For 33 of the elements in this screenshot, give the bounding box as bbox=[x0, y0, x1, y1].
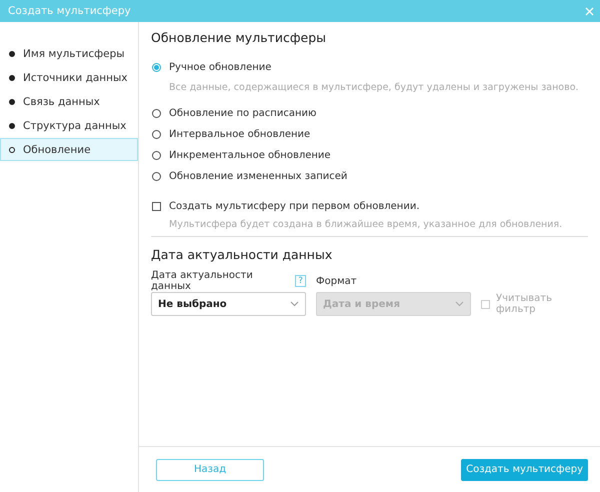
checkbox[interactable] bbox=[152, 202, 161, 211]
checkbox-label: Создать мультисферу при первом обновлении. bbox=[169, 201, 420, 212]
radio-label: Инкрементальное обновление bbox=[169, 150, 331, 161]
caret-icon bbox=[455, 301, 464, 307]
field-label: Формат bbox=[316, 276, 357, 286]
radio-button[interactable] bbox=[152, 130, 161, 139]
sidebar-item[interactable]: Структура данных bbox=[0, 114, 138, 137]
section-title: Дата актуальности данных bbox=[151, 247, 334, 262]
checkbox-label: Учитывать фильтр bbox=[496, 293, 553, 315]
caret-icon bbox=[290, 301, 299, 307]
step-label: Связь данных bbox=[23, 96, 100, 108]
step-label: Обновление bbox=[23, 144, 91, 156]
sidebar-item[interactable]: Связь данных bbox=[0, 90, 138, 113]
date-dropdown[interactable]: Не выбрано bbox=[151, 292, 306, 316]
step-label: Источники данных bbox=[23, 72, 128, 84]
radio-button[interactable] bbox=[152, 172, 161, 181]
window-title: Создать мультисферу bbox=[8, 5, 131, 17]
field-label: Дата актуальности данных bbox=[151, 270, 254, 292]
radio-label: Обновление по расписанию bbox=[169, 108, 316, 119]
radio-button[interactable] bbox=[152, 151, 161, 160]
sidebar-item[interactable]: Обновление bbox=[0, 138, 138, 161]
radio-label: Ручное обновление bbox=[169, 62, 272, 73]
sidebar-item[interactable]: Источники данных bbox=[0, 66, 138, 89]
radio-button[interactable] bbox=[152, 109, 161, 118]
radio-label: Обновление измененных записей bbox=[169, 171, 348, 182]
radio-button[interactable] bbox=[152, 63, 161, 72]
hint-text: Все данные, содержащиеся в мультисфере, будут удалены и загружены заново. bbox=[168, 82, 580, 93]
step-label: Структура данных bbox=[23, 120, 126, 132]
hint-text: Мультисфера будет создана в ближайшее время, указанное для обновления. bbox=[168, 219, 564, 230]
step-label: Имя мультисферы bbox=[23, 48, 125, 60]
sidebar-item[interactable]: Имя мультисферы bbox=[0, 42, 138, 65]
section-title: Обновление мультисферы bbox=[151, 30, 328, 45]
radio-label: Интервальное обновление bbox=[169, 129, 310, 140]
